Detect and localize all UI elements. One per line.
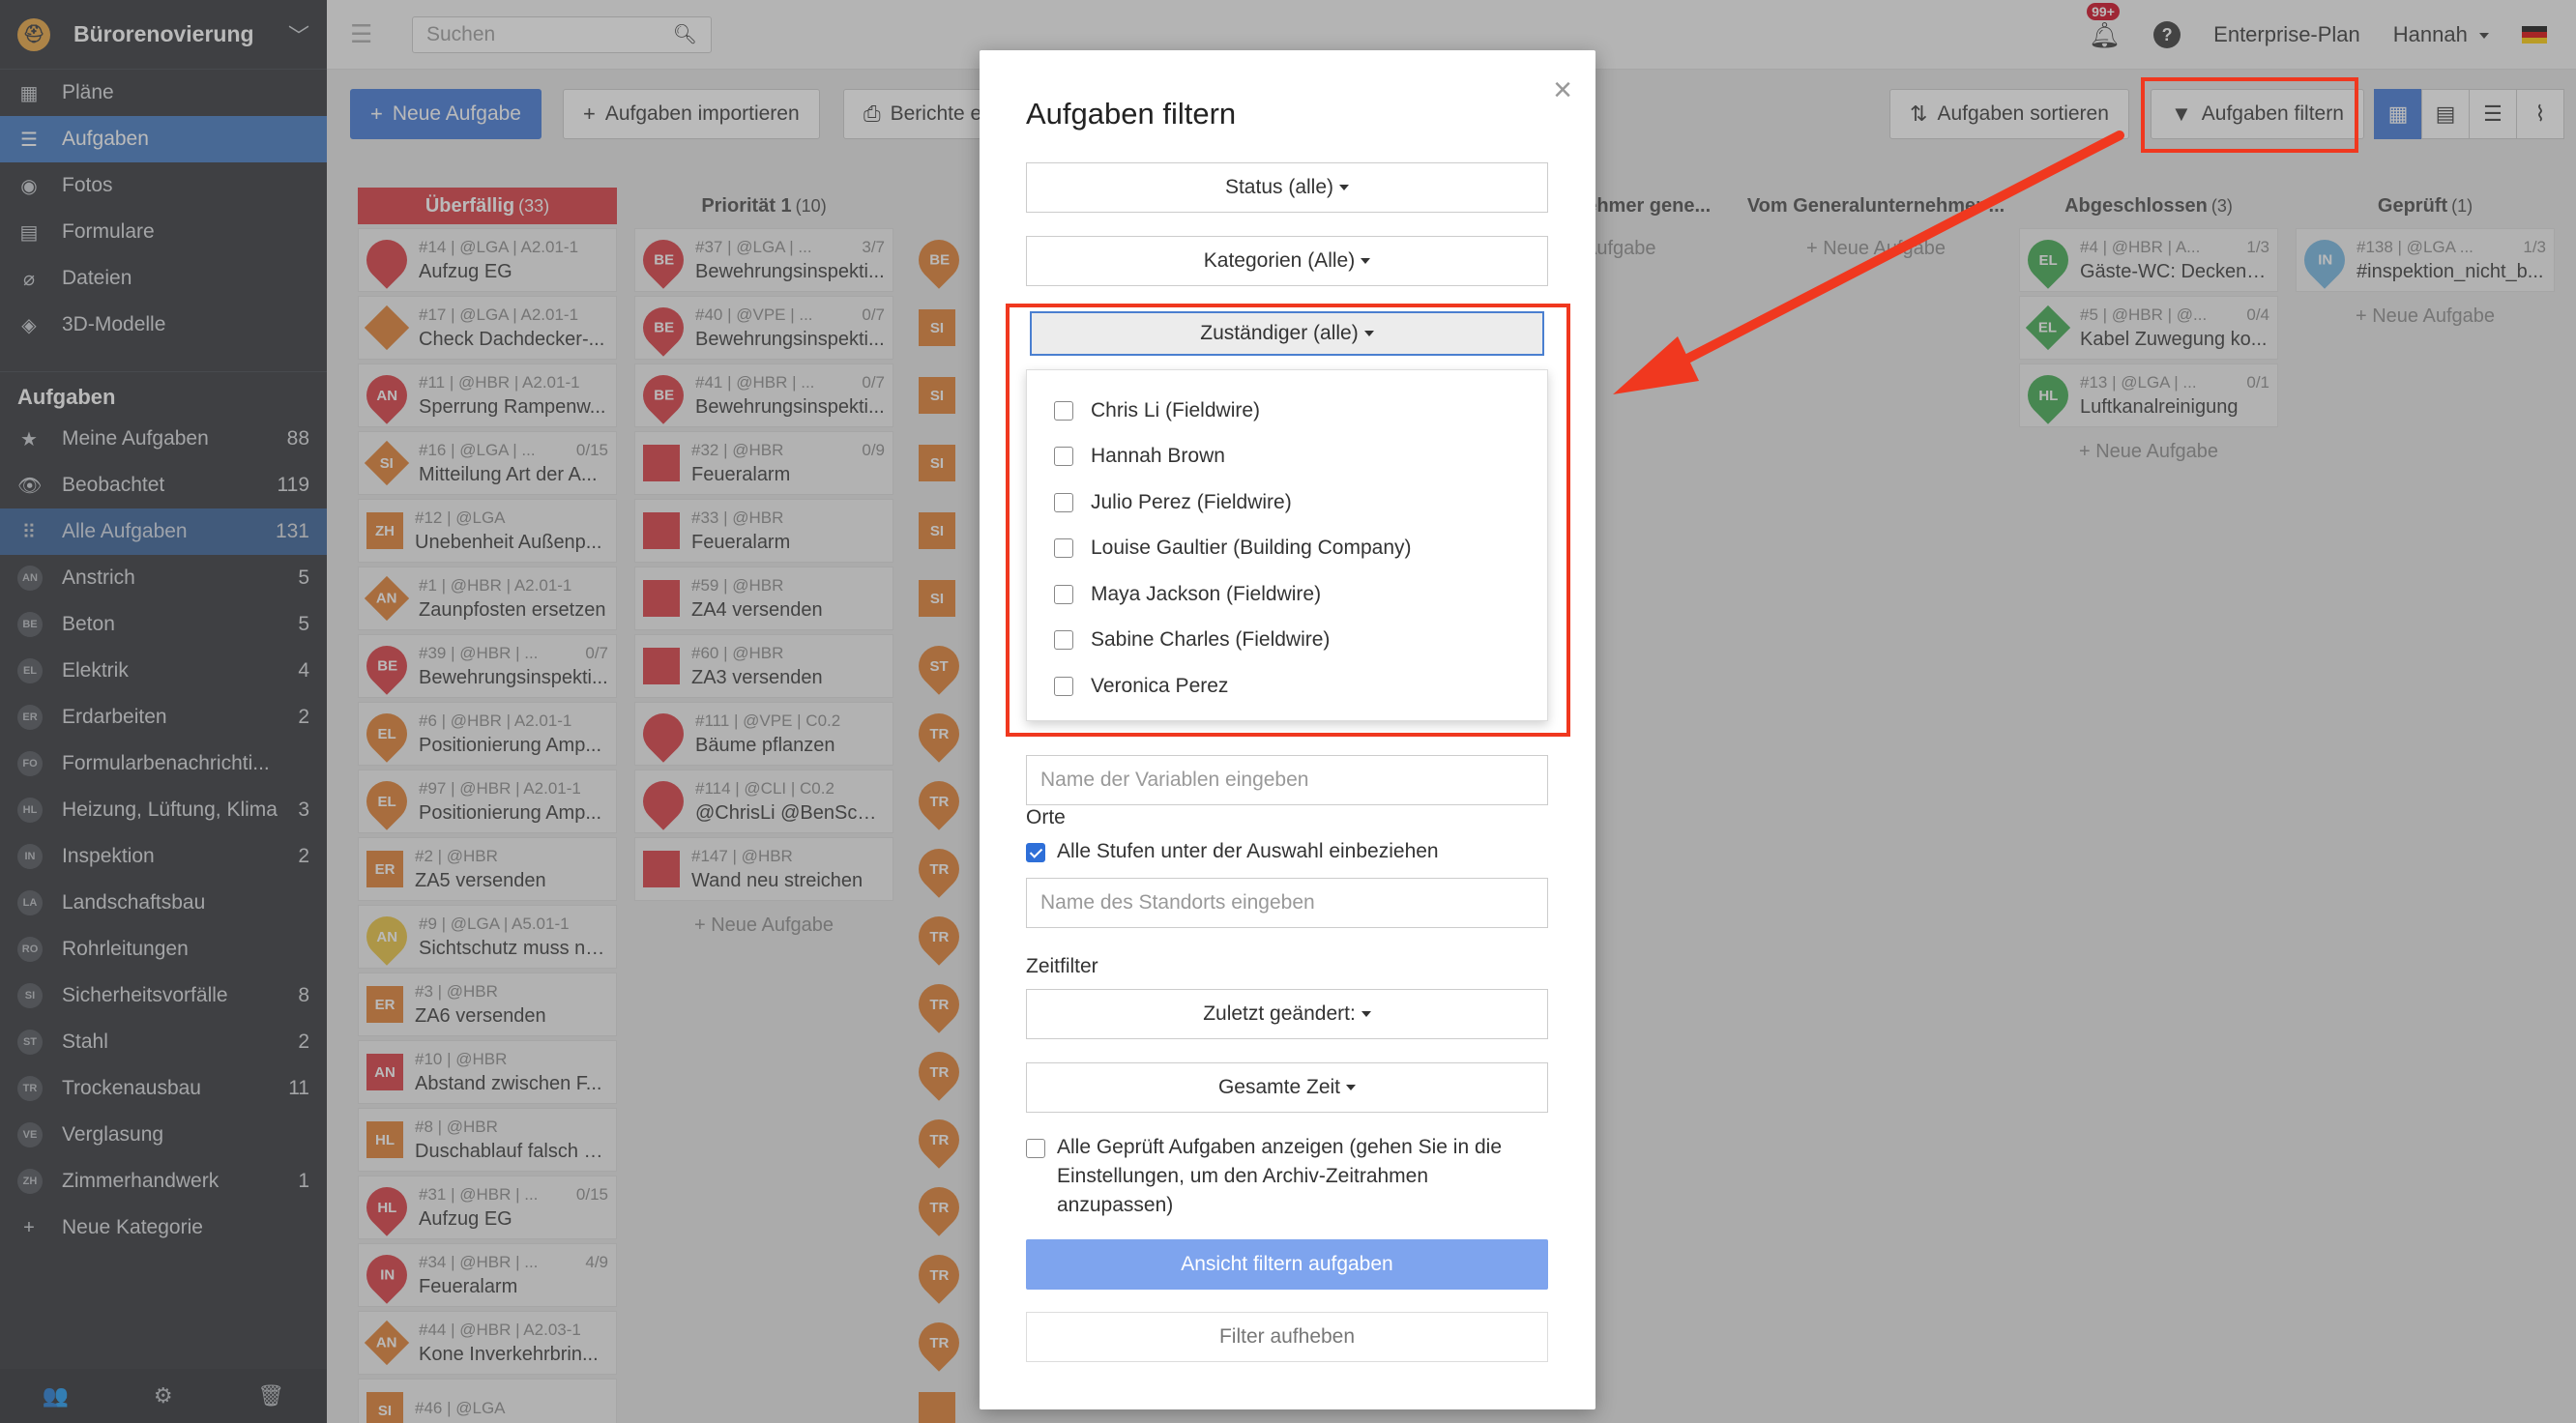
caret-down-icon: [1346, 1085, 1357, 1090]
status-dropdown[interactable]: Status (alle): [1026, 162, 1548, 213]
show-checked-tasks-checkbox[interactable]: [1026, 1139, 1045, 1158]
include-levels-checkbox[interactable]: [1026, 843, 1045, 862]
assignee-highlight: [1006, 304, 1570, 737]
show-checked-tasks-row[interactable]: Alle Geprüft Aufgaben anzeigen (gehen Si…: [1026, 1133, 1548, 1220]
filter-button-highlight: [2141, 77, 2358, 153]
caret-down-icon: [1361, 258, 1371, 264]
dialog-title: Aufgaben filtern: [1026, 97, 1237, 131]
caret-down-icon: [1339, 185, 1350, 190]
locations-label: Orte: [1026, 806, 1066, 828]
apply-filter-button[interactable]: Ansicht filtern aufgaben: [1026, 1239, 1548, 1290]
time-filter-label: Zeitfilter: [1026, 955, 1098, 977]
include-levels-checkbox-row[interactable]: Alle Stufen unter der Auswahl einbeziehe…: [1026, 837, 1548, 866]
caret-down-icon: [1361, 1011, 1371, 1017]
location-name-input[interactable]: Name des Standorts eingeben: [1026, 878, 1548, 928]
close-icon[interactable]: ×: [1553, 73, 1572, 106]
last-changed-dropdown[interactable]: Zuletzt geändert:: [1026, 989, 1548, 1039]
variable-name-input[interactable]: Name der Variablen eingeben: [1026, 755, 1548, 805]
total-time-dropdown[interactable]: Gesamte Zeit: [1026, 1062, 1548, 1113]
clear-filter-button[interactable]: Filter aufheben: [1026, 1312, 1548, 1362]
categories-dropdown[interactable]: Kategorien (Alle): [1026, 236, 1548, 286]
